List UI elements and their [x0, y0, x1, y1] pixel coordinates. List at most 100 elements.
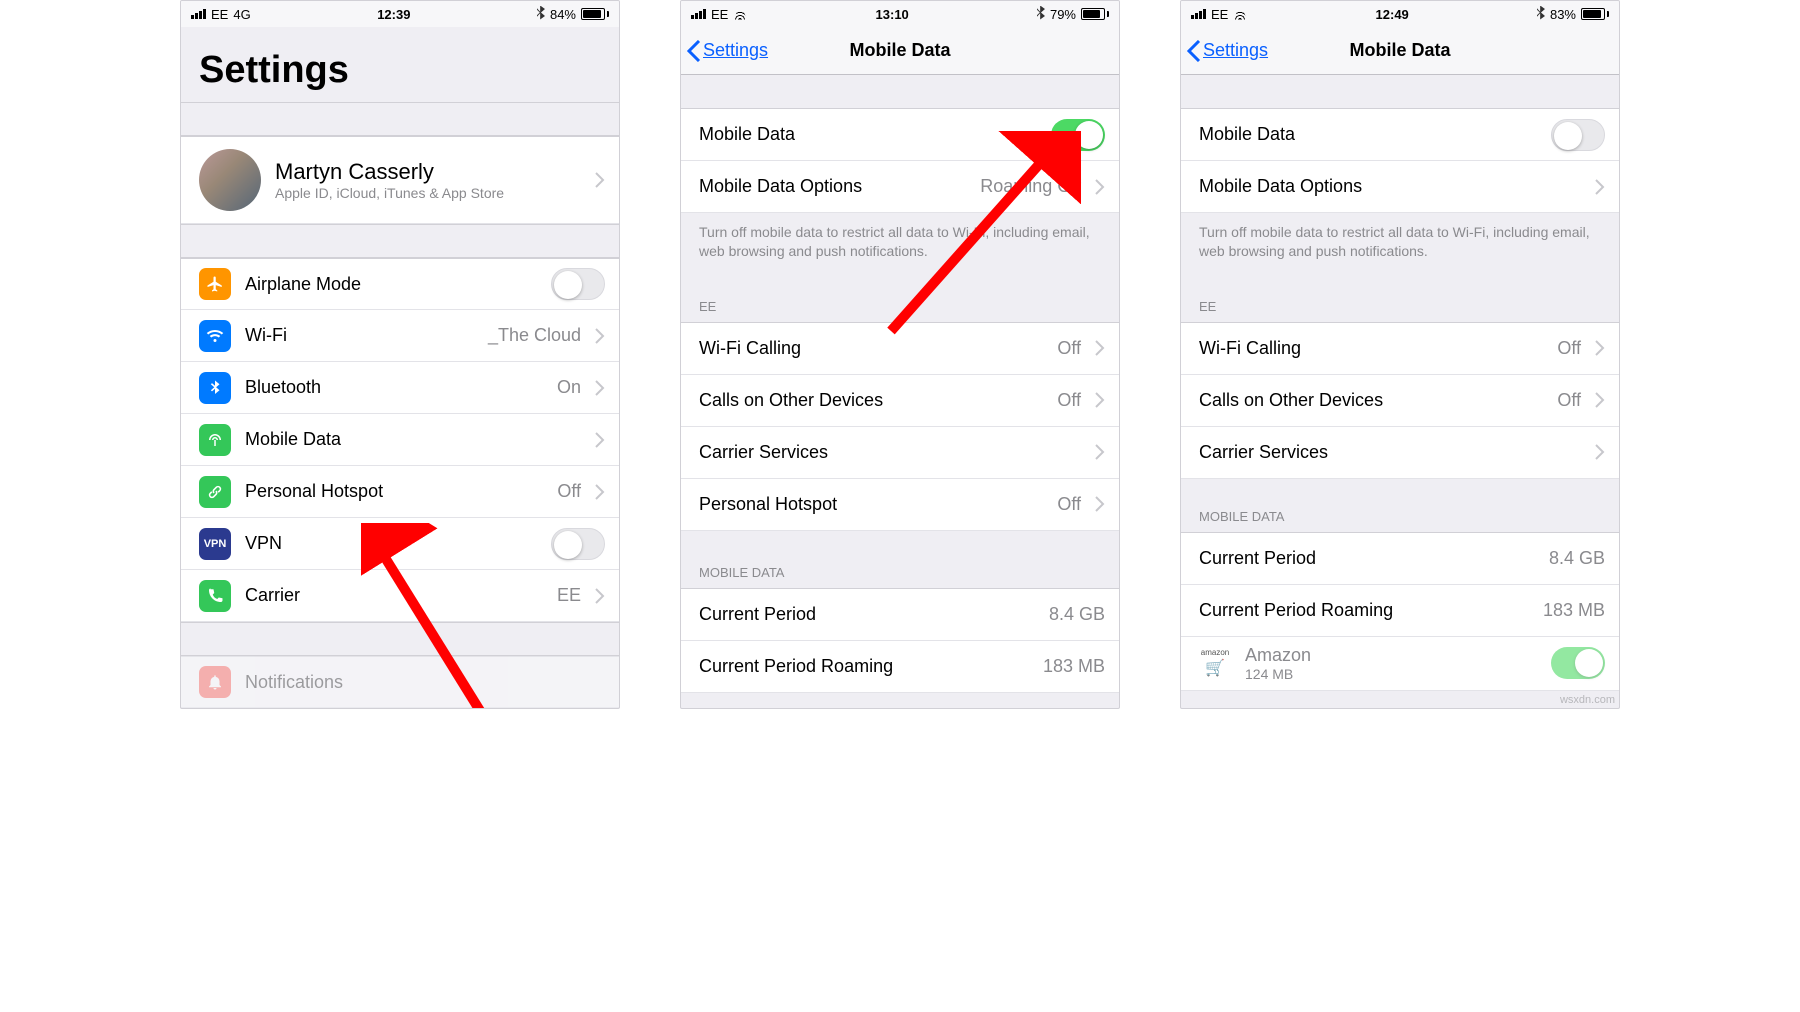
airplane-toggle[interactable] — [551, 268, 605, 300]
bluetooth-icon — [199, 372, 231, 404]
row-vpn[interactable]: VPN VPN — [181, 518, 619, 570]
row-bluetooth[interactable]: Bluetooth On — [181, 362, 619, 414]
row-value: Off — [1057, 494, 1081, 515]
nav-bar: Settings Mobile Data — [1181, 27, 1619, 75]
screen-mobile-data-off: EE 12:49 83% Settings Mobile Data Mobile… — [1180, 0, 1620, 709]
vpn-toggle[interactable] — [551, 528, 605, 560]
row-mobile-data[interactable]: Mobile Data — [181, 414, 619, 466]
chevron-right-icon — [1595, 392, 1605, 408]
mobile-data-toggle[interactable] — [1051, 119, 1105, 151]
row-mobile-data-options[interactable]: Mobile Data Options — [1181, 161, 1619, 213]
row-current-period-roaming: Current Period Roaming 183 MB — [1181, 585, 1619, 637]
battery-percent: 83% — [1550, 7, 1576, 22]
section-header-mobile-data: MOBILE DATA — [1181, 479, 1619, 533]
row-value: Roaming Off — [980, 176, 1081, 197]
row-value: 183 MB — [1043, 656, 1105, 677]
row-calls-other-devices[interactable]: Calls on Other Devices Off — [681, 375, 1119, 427]
app-usage: 124 MB — [1245, 666, 1537, 682]
app-name: Amazon — [1245, 645, 1537, 666]
row-calls-other-devices[interactable]: Calls on Other Devices Off — [1181, 375, 1619, 427]
row-value: On — [557, 377, 581, 398]
row-value: Off — [1057, 390, 1081, 411]
chevron-right-icon — [1095, 444, 1105, 460]
chevron-right-icon — [595, 588, 605, 604]
clock: 13:10 — [876, 7, 909, 22]
row-value: EE — [557, 585, 581, 606]
wifi-icon — [199, 320, 231, 352]
row-value: Off — [1057, 338, 1081, 359]
bluetooth-icon — [1537, 6, 1545, 23]
vpn-icon: VPN — [199, 528, 231, 560]
signal-bars-icon — [191, 9, 206, 19]
row-carrier-services[interactable]: Carrier Services — [1181, 427, 1619, 479]
row-notifications[interactable]: Notifications — [181, 656, 619, 708]
chevron-left-icon — [1187, 40, 1201, 62]
row-label: Calls on Other Devices — [1199, 390, 1543, 411]
row-carrier[interactable]: Carrier EE — [181, 570, 619, 622]
battery-percent: 79% — [1050, 7, 1076, 22]
chevron-right-icon — [1595, 444, 1605, 460]
page-title: Settings — [181, 27, 619, 102]
section-header-ee: EE — [1181, 279, 1619, 323]
row-label: Mobile Data Options — [1199, 176, 1581, 197]
row-mobile-data-options[interactable]: Mobile Data Options Roaming Off — [681, 161, 1119, 213]
network-label: 4G — [233, 7, 250, 22]
row-value: 8.4 GB — [1549, 548, 1605, 569]
row-value: 183 MB — [1543, 600, 1605, 621]
row-mobile-data-toggle[interactable]: Mobile Data — [681, 109, 1119, 161]
carrier-label: EE — [211, 7, 228, 22]
row-personal-hotspot[interactable]: Personal Hotspot Off — [681, 479, 1119, 531]
row-wifi-calling[interactable]: Wi-Fi Calling Off — [1181, 323, 1619, 375]
row-label: Wi-Fi Calling — [699, 338, 1043, 359]
phone-icon — [199, 580, 231, 612]
row-wifi-calling[interactable]: Wi-Fi Calling Off — [681, 323, 1119, 375]
carrier-label: EE — [1211, 7, 1228, 22]
row-label: Carrier Services — [699, 442, 1081, 463]
row-label: Current Period Roaming — [1199, 600, 1529, 621]
row-label: Mobile Data Options — [699, 176, 966, 197]
app-data-toggle[interactable] — [1551, 647, 1605, 679]
row-value: Off — [1557, 390, 1581, 411]
chevron-right-icon — [595, 172, 605, 188]
chevron-right-icon — [595, 432, 605, 448]
row-current-period: Current Period 8.4 GB — [681, 589, 1119, 641]
status-bar: EE 12:49 83% — [1181, 1, 1619, 27]
row-carrier-services[interactable]: Carrier Services — [681, 427, 1119, 479]
battery-icon — [1581, 8, 1609, 20]
battery-percent: 84% — [550, 7, 576, 22]
nav-bar: Settings Mobile Data — [681, 27, 1119, 75]
chevron-right-icon — [1595, 340, 1605, 356]
antenna-icon — [199, 424, 231, 456]
airplane-icon — [199, 268, 231, 300]
apple-id-row[interactable]: Martyn Casserly Apple ID, iCloud, iTunes… — [181, 136, 619, 224]
back-button[interactable]: Settings — [681, 40, 768, 62]
mobile-data-toggle[interactable] — [1551, 119, 1605, 151]
bluetooth-icon — [1037, 6, 1045, 23]
row-label: Personal Hotspot — [699, 494, 1043, 515]
row-label: Current Period — [699, 604, 1035, 625]
row-current-period: Current Period 8.4 GB — [1181, 533, 1619, 585]
row-airplane-mode[interactable]: Airplane Mode — [181, 258, 619, 310]
signal-bars-icon — [1191, 9, 1206, 19]
row-mobile-data-toggle[interactable]: Mobile Data — [1181, 109, 1619, 161]
signal-bars-icon — [691, 9, 706, 19]
battery-icon — [1081, 8, 1109, 20]
row-personal-hotspot[interactable]: Personal Hotspot Off — [181, 466, 619, 518]
screenshot-stage: EE 4G 12:39 84% Settings Martyn Casserly… — [0, 0, 1800, 709]
back-button[interactable]: Settings — [1181, 40, 1268, 62]
row-label: Carrier Services — [1199, 442, 1581, 463]
row-label: Mobile Data — [245, 429, 581, 450]
row-label: Calls on Other Devices — [699, 390, 1043, 411]
chevron-right-icon — [1595, 179, 1605, 195]
status-bar: EE 4G 12:39 84% — [181, 1, 619, 27]
profile-name: Martyn Casserly — [275, 159, 581, 185]
row-app-amazon[interactable]: amazon🛒 Amazon 124 MB — [1181, 637, 1619, 691]
row-value: 8.4 GB — [1049, 604, 1105, 625]
chevron-right-icon — [1095, 496, 1105, 512]
chevron-right-icon — [595, 380, 605, 396]
link-icon — [199, 476, 231, 508]
row-current-period-roaming: Current Period Roaming 183 MB — [681, 641, 1119, 693]
row-wifi[interactable]: Wi-Fi _The Cloud — [181, 310, 619, 362]
chevron-right-icon — [1095, 340, 1105, 356]
row-label: Airplane Mode — [245, 274, 537, 295]
